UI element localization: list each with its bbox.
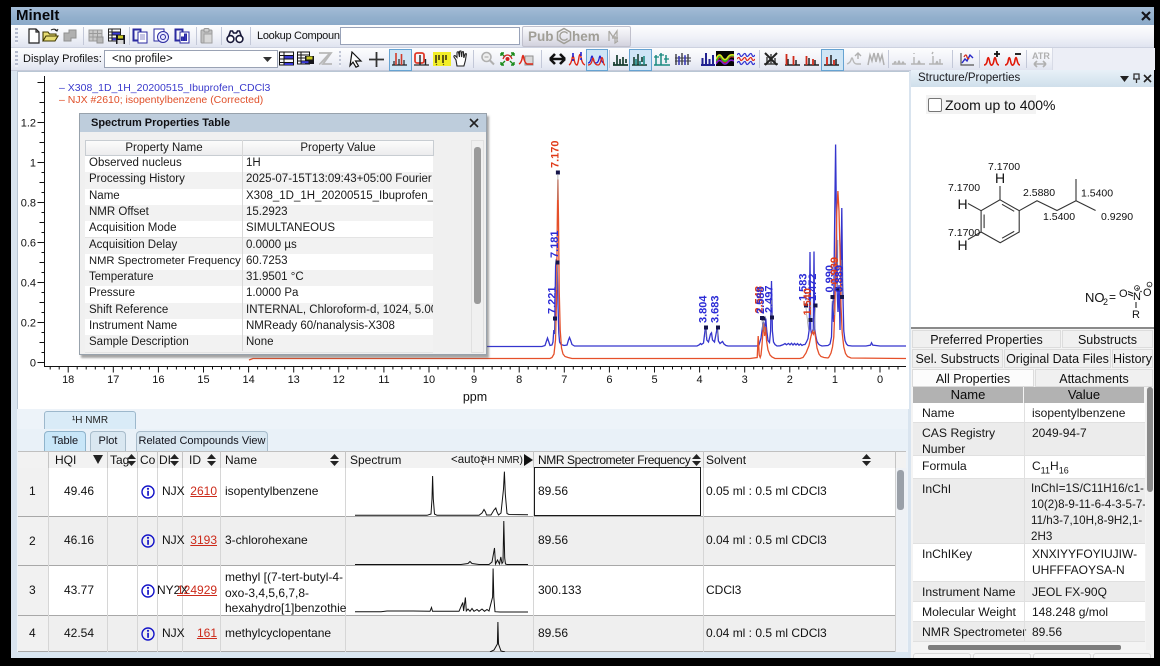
svg-text:7.1700: 7.1700: [948, 227, 980, 239]
svg-text:+: +: [1136, 286, 1140, 292]
svg-text:3.683: 3.683: [710, 295, 722, 323]
svg-text:1: 1: [30, 158, 36, 170]
svg-text:1.2: 1.2: [21, 118, 36, 130]
svg-text:0.6: 0.6: [21, 238, 36, 250]
svg-text:H: H: [957, 196, 967, 212]
svg-text:13: 13: [288, 374, 300, 386]
svg-text:0.889: 0.889: [834, 265, 846, 293]
svg-text:2: 2: [1103, 297, 1108, 307]
svg-text:hem: hem: [572, 29, 600, 44]
svg-text:0: 0: [30, 358, 36, 370]
svg-text:Pub: Pub: [528, 29, 554, 44]
svg-text:6: 6: [606, 374, 612, 386]
svg-text:N: N: [1133, 291, 1141, 303]
svg-text:9: 9: [471, 374, 477, 386]
svg-text:ATR: ATR: [1032, 51, 1050, 61]
svg-text:7.170: 7.170: [550, 140, 562, 168]
svg-text:3.804: 3.804: [698, 295, 710, 323]
svg-text:-: -: [1148, 283, 1150, 289]
svg-text:– NJX #2610; isopentylbenzene: – NJX #2610; isopentylbenzene (Corrected…: [59, 94, 263, 106]
svg-text:8: 8: [516, 374, 522, 386]
svg-text:11: 11: [378, 374, 389, 386]
svg-text:15: 15: [197, 374, 209, 386]
svg-text:7.181: 7.181: [549, 230, 561, 258]
svg-text:H: H: [957, 237, 967, 253]
svg-text:7: 7: [561, 374, 567, 386]
svg-text:O: O: [1119, 288, 1128, 300]
svg-text:17: 17: [107, 374, 119, 386]
svg-text:0.8: 0.8: [21, 198, 36, 210]
svg-text:5: 5: [651, 374, 657, 386]
svg-text:12: 12: [333, 374, 345, 386]
svg-text:2: 2: [787, 374, 793, 386]
svg-text:7.1700: 7.1700: [988, 161, 1020, 173]
svg-text:1.5400: 1.5400: [1043, 211, 1075, 223]
svg-text:ppm: ppm: [463, 390, 487, 404]
svg-text:1.472: 1.472: [807, 273, 819, 301]
svg-text:7.221: 7.221: [547, 286, 559, 314]
svg-text:0.4: 0.4: [21, 278, 36, 290]
svg-text:10: 10: [423, 374, 435, 386]
svg-text:14: 14: [242, 374, 254, 386]
svg-text:1.5400: 1.5400: [1081, 188, 1113, 200]
svg-text:7.1700: 7.1700: [948, 182, 980, 194]
svg-text:3: 3: [742, 374, 748, 386]
svg-text:NO: NO: [1085, 290, 1105, 305]
svg-text:16: 16: [152, 374, 164, 386]
svg-text:0.2: 0.2: [21, 318, 36, 330]
svg-text:R: R: [1132, 309, 1140, 321]
svg-text:0.9290: 0.9290: [1101, 211, 1133, 223]
svg-text:4: 4: [697, 374, 703, 386]
svg-text:=: =: [1109, 290, 1116, 304]
svg-text:18: 18: [62, 374, 74, 386]
svg-text:1: 1: [832, 374, 838, 386]
svg-text:– X308_1D_1H_20200515_Ibuprofe: – X308_1D_1H_20200515_Ibuprofen_CDCl3: [59, 82, 270, 94]
svg-text:2.497: 2.497: [764, 285, 776, 313]
svg-text:0: 0: [877, 374, 883, 386]
svg-text:2.5880: 2.5880: [1023, 187, 1055, 199]
